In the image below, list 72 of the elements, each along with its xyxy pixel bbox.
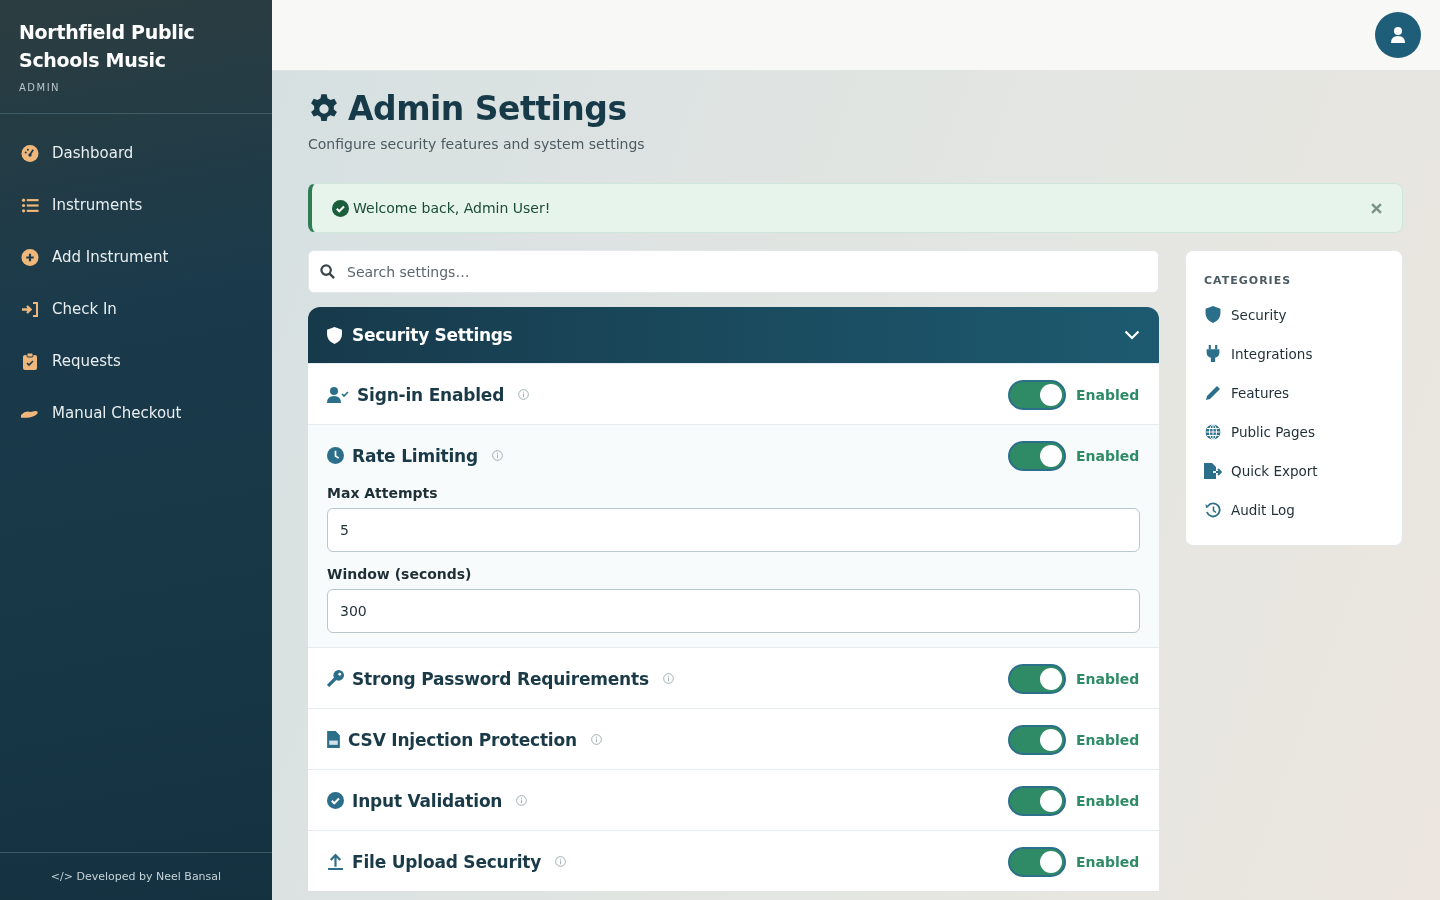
setting-title: Sign-in Enabled xyxy=(357,384,505,405)
brand-title: Northfield Public Schools Music xyxy=(19,20,196,73)
status-label: Enabled xyxy=(1076,791,1140,811)
pencil-icon xyxy=(1204,384,1222,401)
alert-message: Welcome back, Admin User! xyxy=(353,200,552,216)
category-link[interactable]: Quick Export xyxy=(1204,451,1384,490)
status-label: Enabled xyxy=(1076,385,1140,405)
clipboard-check-icon xyxy=(21,352,39,370)
status-label: Enabled xyxy=(1076,446,1140,466)
toggle-switch[interactable] xyxy=(1008,846,1066,877)
globe-icon xyxy=(1204,423,1222,440)
close-icon[interactable] xyxy=(1371,202,1382,214)
category-link[interactable]: Public Pages xyxy=(1204,412,1384,451)
field-label: Window (seconds) xyxy=(327,566,473,582)
user-icon xyxy=(1391,27,1405,43)
developer-credit: </> Developed by Neel Bansal xyxy=(50,870,222,883)
page-subtitle: Configure security features and system settings xyxy=(308,136,645,152)
category-link[interactable]: Integrations xyxy=(1204,334,1384,373)
upload-icon xyxy=(327,853,344,870)
category-link[interactable]: Features xyxy=(1204,373,1384,412)
setting-title: CSV Injection Protection xyxy=(348,729,577,750)
status-label: Enabled xyxy=(1076,669,1140,689)
section-title: Security Settings xyxy=(352,325,514,345)
status-label: Enabled xyxy=(1076,852,1140,872)
category-link[interactable]: Audit Log xyxy=(1204,490,1384,529)
setting-title: File Upload Security xyxy=(352,851,542,872)
nav-link[interactable]: Dashboard xyxy=(0,127,272,179)
toggle-switch[interactable] xyxy=(1008,785,1066,816)
info-icon xyxy=(518,389,530,400)
list-icon xyxy=(21,197,39,213)
sign-in-icon xyxy=(21,301,39,317)
input-field[interactable]: 300 xyxy=(327,589,1140,633)
nav-link[interactable]: Instruments xyxy=(0,179,272,231)
nav-link[interactable]: Requests xyxy=(0,335,272,387)
toggle-switch[interactable] xyxy=(1008,440,1066,471)
input-field[interactable]: 5 xyxy=(327,508,1140,552)
field-label: Max Attempts xyxy=(327,485,439,501)
status-label: Enabled xyxy=(1076,730,1140,750)
shield-icon xyxy=(1204,306,1222,323)
info-icon xyxy=(491,450,503,461)
categories-heading: CATEGORIES xyxy=(1204,274,1292,287)
toggle-switch[interactable] xyxy=(1008,724,1066,755)
info-icon xyxy=(516,795,528,806)
setting-title: Rate Limiting xyxy=(352,445,478,466)
history-icon xyxy=(1204,501,1222,518)
nav-link[interactable]: Check In xyxy=(0,283,272,335)
success-check-icon xyxy=(332,199,349,217)
page-title: Admin Settings xyxy=(348,89,627,128)
setting-title: Input Validation xyxy=(352,790,503,811)
info-icon xyxy=(662,673,674,684)
role-label: ADMIN xyxy=(19,82,61,93)
section-header[interactable]: Security Settings xyxy=(308,307,1159,363)
clock-icon xyxy=(327,447,344,464)
user-avatar-button[interactable] xyxy=(1375,12,1421,58)
setting-title: Strong Password Requirements xyxy=(352,668,649,689)
csv-file-icon xyxy=(327,731,340,748)
toggle-switch[interactable] xyxy=(1008,379,1066,410)
nav-link[interactable]: Add Instrument xyxy=(0,231,272,283)
toggle-switch[interactable] xyxy=(1008,663,1066,694)
plus-circle-icon xyxy=(21,248,39,266)
user-check-icon xyxy=(327,386,349,403)
plug-icon xyxy=(1204,345,1222,362)
key-icon xyxy=(327,670,344,687)
search-icon xyxy=(320,264,335,279)
category-link[interactable]: Security xyxy=(1204,295,1384,334)
shield-icon xyxy=(327,326,342,344)
check-circle-icon xyxy=(327,792,344,809)
info-icon xyxy=(590,734,602,745)
info-icon xyxy=(555,856,567,867)
nav-link[interactable]: Manual Checkout xyxy=(0,387,272,439)
file-export-icon xyxy=(1204,462,1222,479)
search-field[interactable]: Search settings… xyxy=(308,250,1159,293)
